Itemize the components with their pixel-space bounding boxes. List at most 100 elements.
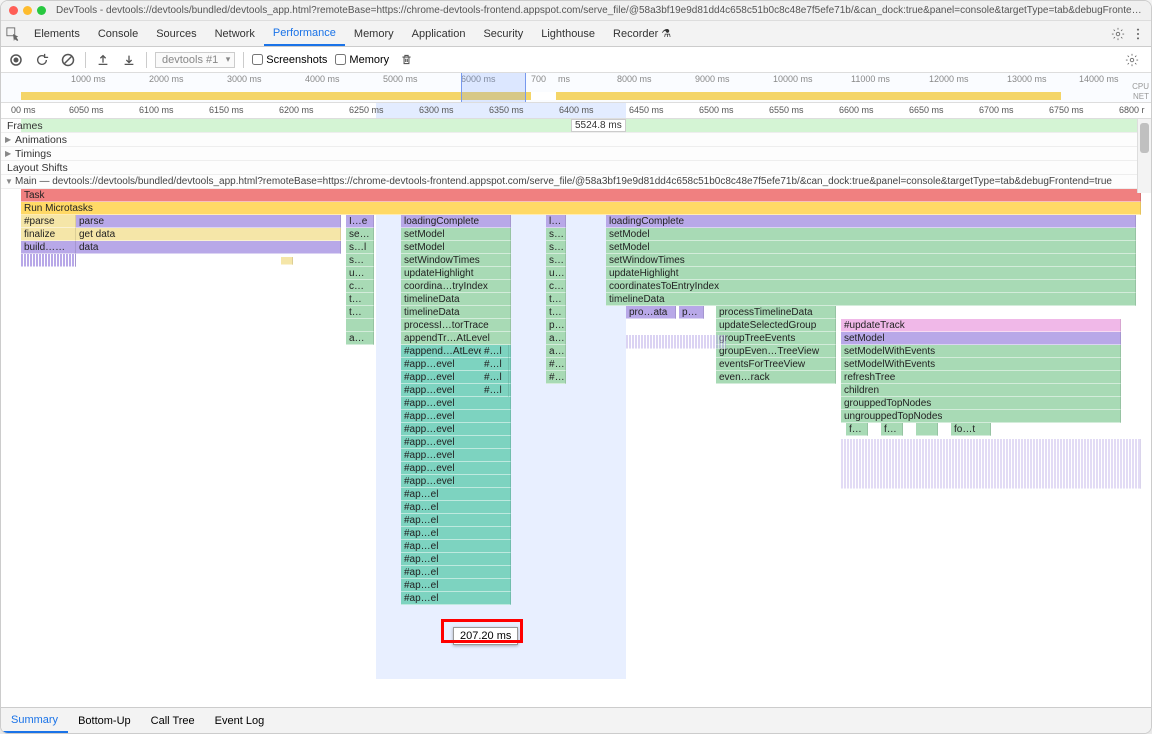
flame-frame[interactable]: #ap…el — [401, 488, 511, 501]
flame-frame[interactable]: #…l — [481, 384, 509, 397]
flame-frame[interactable]: t… — [346, 306, 374, 319]
flame-frame[interactable]: a… — [346, 332, 374, 345]
save-profile-button[interactable] — [120, 51, 138, 69]
flame-frame[interactable]: timelineData — [401, 306, 511, 319]
tab-security[interactable]: Security — [474, 21, 532, 46]
flame-frame[interactable]: timelineData — [401, 293, 511, 306]
flame-frame[interactable]: s…l — [346, 241, 374, 254]
frames-lane[interactable]: Frames 5524.8 ms — [1, 119, 1151, 133]
flame-frame[interactable]: s… — [346, 254, 374, 267]
flame-frame[interactable]: #ap…el — [401, 501, 511, 514]
flame-frame[interactable]: #app…evel — [401, 475, 511, 488]
flame-frame[interactable]: loadingComplete — [401, 215, 511, 228]
flame-frame[interactable] — [346, 319, 374, 332]
capture-settings-icon[interactable] — [1125, 53, 1139, 67]
flame-frame[interactable]: even…rack — [716, 371, 836, 384]
load-profile-button[interactable] — [94, 51, 112, 69]
flame-frame[interactable]: setModelWithEvents — [841, 358, 1121, 371]
flame-frame[interactable]: ungrouppedTopNodes — [841, 410, 1121, 423]
flame-frame[interactable]: refreshTree — [841, 371, 1121, 384]
flame-frame[interactable]: #ap…el — [401, 540, 511, 553]
flame-frame[interactable]: updateHighlight — [606, 267, 1136, 280]
tab-event-log[interactable]: Event Log — [205, 708, 275, 733]
flame-frame[interactable]: #ap…el — [401, 553, 511, 566]
zoom-window-button[interactable] — [37, 6, 46, 15]
flame-task[interactable]: Task — [21, 189, 1141, 202]
timings-lane[interactable]: Timings — [1, 147, 1151, 161]
flame-frame[interactable]: #…l — [481, 358, 509, 371]
flame-frame[interactable]: #ap…el — [401, 514, 511, 527]
tab-performance[interactable]: Performance — [264, 21, 345, 46]
flame-frame[interactable]: updateHighlight — [401, 267, 511, 280]
vertical-scrollbar[interactable] — [1137, 119, 1151, 193]
flame-frame[interactable]: children — [841, 384, 1121, 397]
timeline-ruler[interactable]: 00 ms 6050 ms 6100 ms 6150 ms 6200 ms 62… — [1, 103, 1151, 119]
minimize-window-button[interactable] — [23, 6, 32, 15]
flame-frame[interactable]: s… — [546, 228, 566, 241]
flame-frame[interactable]: #… — [546, 358, 566, 371]
tab-network[interactable]: Network — [206, 21, 264, 46]
flame-frame[interactable]: #ap…el — [401, 579, 511, 592]
layout-shifts-lane[interactable]: Layout Shifts — [1, 161, 1151, 175]
inspect-element-icon[interactable] — [1, 27, 25, 41]
flame-frame[interactable]: setModel — [606, 241, 1136, 254]
flame-frame[interactable]: appendTr…AtLevel — [401, 332, 511, 345]
flame-frame[interactable]: setModelWithEvents — [841, 345, 1121, 358]
tab-console[interactable]: Console — [89, 21, 147, 46]
memory-checkbox[interactable]: Memory — [335, 54, 389, 66]
flame-frame[interactable]: u… — [346, 267, 374, 280]
flame-frame[interactable]: updateSelectedGroup — [716, 319, 836, 332]
tab-application[interactable]: Application — [403, 21, 475, 46]
flame-frame[interactable]: f…t — [881, 423, 903, 436]
flame-frame[interactable]: #… — [546, 371, 566, 384]
main-thread-header[interactable]: Main — devtools://devtools/bundled/devto… — [1, 175, 1151, 189]
tab-lighthouse[interactable]: Lighthouse — [532, 21, 604, 46]
flame-frame[interactable]: setModel — [606, 228, 1136, 241]
animations-lane[interactable]: Animations — [1, 133, 1151, 147]
tab-recorder[interactable]: Recorder⚗ — [604, 21, 680, 46]
clear-button[interactable] — [59, 51, 77, 69]
record-button[interactable] — [7, 51, 25, 69]
flame-frame[interactable]: #app…evel — [401, 462, 511, 475]
tab-memory[interactable]: Memory — [345, 21, 403, 46]
flame-frame[interactable]: #ap…el — [401, 592, 511, 605]
garbage-collect-button[interactable] — [397, 51, 415, 69]
screenshots-checkbox[interactable]: Screenshots — [252, 54, 327, 66]
flame-frame[interactable]: s… — [546, 241, 566, 254]
flame-frame[interactable] — [916, 423, 938, 436]
flame-frame[interactable]: #app…evel — [401, 410, 511, 423]
settings-icon[interactable] — [1111, 27, 1125, 41]
flame-frame[interactable]: l… — [546, 215, 566, 228]
flame-frame[interactable]: #app…evel — [401, 423, 511, 436]
tab-elements[interactable]: Elements — [25, 21, 89, 46]
flame-frame[interactable]: groupEven…TreeView — [716, 345, 836, 358]
flame-frame[interactable]: setModel — [401, 241, 511, 254]
flame-frame[interactable]: processI…torTrace — [401, 319, 511, 332]
flame-frame[interactable]: groupTreeEvents — [716, 332, 836, 345]
flame-frame[interactable]: #app…evel — [401, 449, 511, 462]
more-options-icon[interactable] — [1131, 27, 1145, 41]
flame-frame[interactable]: a… — [546, 332, 566, 345]
flame-frame[interactable]: setModel — [401, 228, 511, 241]
flame-frame[interactable]: fo…t — [951, 423, 991, 436]
flame-frame[interactable]: coordina…tryIndex — [401, 280, 511, 293]
flame-frame[interactable]: t… — [546, 306, 566, 319]
flame-frame[interactable]: loadingComplete — [606, 215, 1136, 228]
close-window-button[interactable] — [9, 6, 18, 15]
tab-call-tree[interactable]: Call Tree — [141, 708, 205, 733]
flame-frame[interactable]: processTimelineData — [716, 306, 836, 319]
flame-frame[interactable]: grouppedTopNodes — [841, 397, 1121, 410]
flame-frame[interactable]: t… — [346, 293, 374, 306]
flame-frame[interactable]: p… — [546, 319, 566, 332]
flame-frame[interactable]: setWindowTimes — [401, 254, 511, 267]
flame-frame[interactable]: eventsForTreeView — [716, 358, 836, 371]
profile-select[interactable]: devtools #1 — [155, 52, 235, 68]
flame-frame[interactable]: #…l — [481, 371, 509, 384]
flame-frame[interactable]: #…l — [481, 345, 509, 358]
flame-frame[interactable]: #app…evel — [401, 436, 511, 449]
flame-frame[interactable]: setModel — [841, 332, 1121, 345]
flame-frame[interactable]: #ap…el — [401, 566, 511, 579]
flame-frame[interactable]: u… — [546, 267, 566, 280]
flame-frame[interactable]: t… — [546, 293, 566, 306]
tab-bottom-up[interactable]: Bottom-Up — [68, 708, 141, 733]
